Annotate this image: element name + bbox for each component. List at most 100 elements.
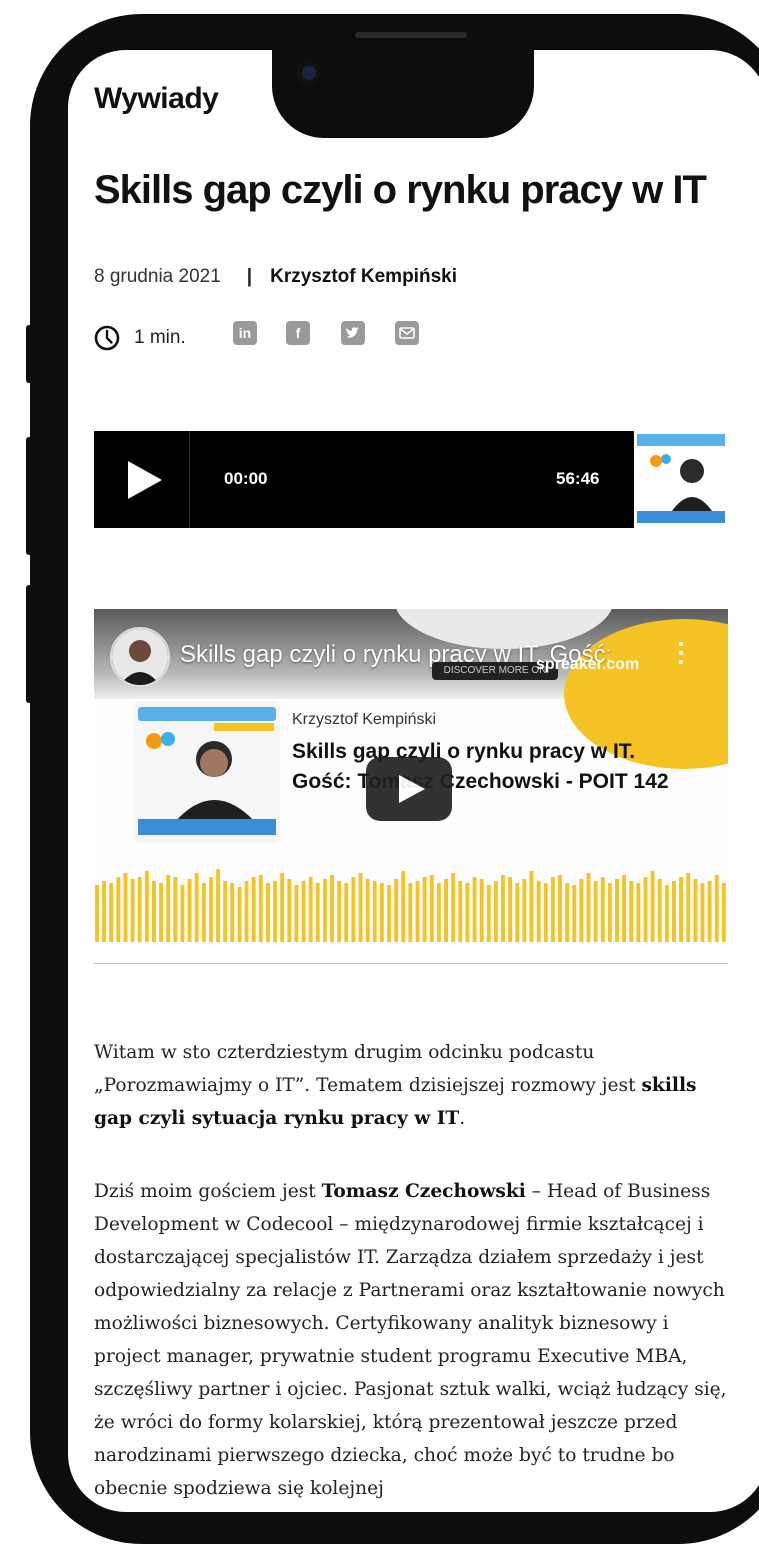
waveform-bar: [102, 881, 106, 942]
waveform-bar: [664, 885, 669, 942]
episode-title: Skills gap czyli o rynku pracy w IT. Goś…: [292, 740, 669, 793]
waveform-bar: [273, 881, 277, 942]
waveform-bar: [223, 881, 228, 942]
waveform-bar: [501, 875, 505, 942]
waveform-bar: [558, 875, 562, 942]
article-meta: 8 grudnia 2021 | Krzysztof Kempiński: [94, 266, 457, 288]
waveform-bar: [301, 881, 306, 942]
text: – Head of Business Development w Codecoo…: [94, 1181, 727, 1499]
divider: [94, 963, 728, 964]
linkedin-icon[interactable]: in: [233, 321, 257, 345]
play-button[interactable]: [94, 431, 190, 528]
text: .: [459, 1108, 466, 1129]
email-icon[interactable]: [395, 321, 419, 345]
episode-thumbnail: [134, 701, 280, 843]
paragraph-guest: Dziś moim gościem jest Tomasz Czechowski…: [94, 1175, 734, 1505]
waveform-bar: [693, 879, 698, 942]
waveform-bar: [201, 883, 206, 942]
phone-notch: [272, 40, 534, 138]
waveform-bar: [436, 883, 441, 942]
waveform-bar: [657, 879, 662, 942]
waveform-bar: [130, 879, 135, 942]
waveform-bar: [479, 879, 484, 942]
video-play-button[interactable]: [366, 757, 452, 821]
duration: 56:46: [556, 469, 600, 488]
waveform-bar: [358, 873, 363, 942]
guest-name: Tomasz Czechowski: [321, 1181, 526, 1202]
text: Dziś moim gościem jest: [94, 1181, 322, 1202]
waveform-bar: [365, 879, 370, 942]
silent-switch: [26, 325, 36, 383]
waveform-bar: [686, 873, 691, 942]
waveform-bar: [472, 877, 477, 942]
clock-icon: [94, 325, 120, 351]
waveform-bar: [444, 879, 448, 942]
waveform-bar: [508, 877, 513, 942]
waveform-bar: [387, 885, 391, 942]
audio-waveform[interactable]: [94, 863, 728, 942]
waveform-bar: [586, 873, 591, 942]
read-time: 1 min.: [94, 325, 186, 351]
waveform-bar: [707, 881, 712, 942]
waveform-bar: [308, 877, 313, 942]
waveform-bar: [672, 881, 676, 942]
waveform-bar: [679, 877, 683, 942]
waveform-bar: [600, 877, 605, 942]
meta-separator: |: [246, 266, 253, 287]
channel-avatar[interactable]: [110, 627, 170, 687]
waveform-bar: [429, 875, 434, 942]
twitter-icon[interactable]: [341, 321, 365, 345]
waveform-bar: [486, 885, 491, 942]
waveform-bar: [536, 881, 541, 942]
waveform-bar: [622, 875, 626, 942]
waveform-bar: [714, 875, 719, 942]
article-date: 8 grudnia 2021: [94, 266, 221, 287]
waveform-bar: [615, 879, 619, 942]
waveform-bar: [372, 881, 377, 942]
waveform-bar: [465, 883, 470, 942]
waveform-bar: [422, 877, 427, 942]
waveform-bar: [337, 881, 342, 942]
article-page: Wywiady Skills gap czyli o rynku pracy w…: [68, 50, 759, 1512]
play-icon: [128, 461, 162, 499]
waveform-bar: [579, 879, 584, 942]
more-options-icon[interactable]: ⋮: [668, 637, 694, 668]
waveform-bar: [280, 873, 285, 942]
waveform-bar: [700, 883, 705, 942]
article-author[interactable]: Krzysztof Kempiński: [270, 266, 457, 287]
current-time: 00:00: [224, 469, 268, 488]
waveform-bar: [237, 887, 242, 942]
waveform-bar: [593, 881, 598, 942]
waveform-bar: [173, 877, 178, 942]
waveform-bar: [258, 875, 263, 942]
waveform-bar: [493, 881, 498, 942]
article-title: Skills gap czyli o rynku pracy w IT: [94, 168, 707, 212]
waveform-bar: [415, 881, 420, 942]
article-body: Witam w sto czterdziestym drugim odcinku…: [94, 1036, 734, 1512]
waveform-bar: [721, 883, 726, 942]
waveform-bar: [152, 881, 156, 942]
phone-speaker: [355, 32, 467, 38]
waveform-bar: [144, 871, 149, 942]
waveform-bar: [522, 879, 527, 942]
facebook-icon[interactable]: f: [286, 321, 310, 345]
phone-screen: Wywiady Skills gap czyli o rynku pracy w…: [68, 50, 759, 1512]
waveform-bar: [287, 879, 292, 942]
spreaker-brand: spreaker.com: [536, 656, 640, 673]
text: Witam w sto czterdziestym drugim odcinku…: [94, 1042, 642, 1096]
audio-player: 00:00 56:46: [94, 431, 728, 528]
video-embed[interactable]: Skills gap czyli o rynku pracy w IT. Goś…: [94, 609, 728, 942]
waveform-bar: [643, 877, 648, 942]
waveform-bar: [137, 877, 142, 942]
waveform-bar: [572, 885, 577, 942]
waveform-bar: [636, 883, 641, 942]
waveform-bar: [650, 871, 655, 942]
waveform-bar: [408, 883, 413, 942]
section-label[interactable]: Wywiady: [94, 82, 219, 116]
waveform-bar: [180, 885, 185, 942]
read-time-value: 1 min.: [134, 327, 186, 348]
waveform-bar: [116, 877, 121, 942]
waveform-bar: [123, 873, 128, 942]
waveform-bar: [351, 877, 356, 942]
episode-cover-thumbnail[interactable]: [634, 431, 728, 528]
